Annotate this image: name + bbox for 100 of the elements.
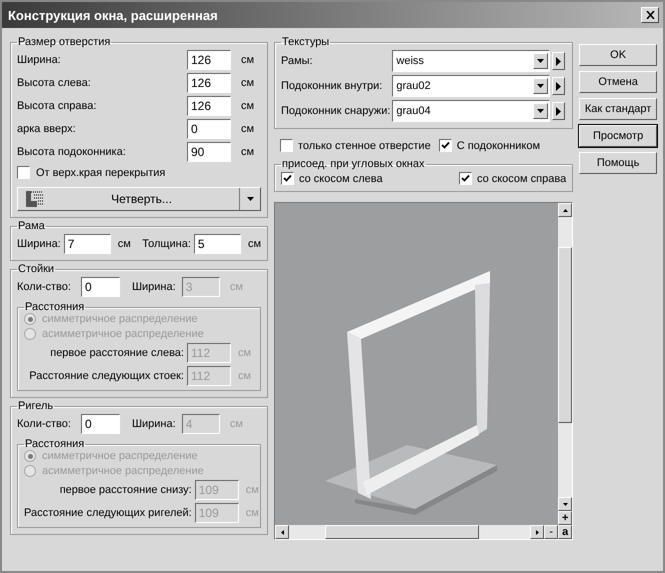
radio-label: асимметричное распределение <box>42 328 204 340</box>
scroll-left-button[interactable] <box>275 525 289 539</box>
unit-label: см <box>244 507 260 519</box>
field-label: арка вверх: <box>17 123 77 135</box>
scroll-down-button[interactable] <box>558 497 572 511</box>
number-field[interactable]: 126 <box>187 96 231 116</box>
next-button[interactable] <box>552 52 566 70</box>
play-icon <box>556 56 562 66</box>
unit-label: см <box>228 281 243 293</box>
unit-label: см <box>237 370 252 382</box>
unit-label: см <box>240 100 256 112</box>
number-field[interactable]: 7 <box>64 234 111 254</box>
horizontal-scrollbar[interactable]: - <box>275 525 558 539</box>
unit-label: см <box>240 54 256 66</box>
left-arrow-icon <box>280 530 284 534</box>
number-field[interactable]: 90 <box>187 142 231 162</box>
field-label: Ширина: <box>132 281 176 293</box>
radio-label: симметричное распределение <box>42 450 198 462</box>
group-title: присоед. при угловых окнах <box>281 158 426 170</box>
group-title: Стойки <box>17 263 56 275</box>
group-title: Текстуры <box>281 36 330 48</box>
group-title: Ригель <box>17 400 54 412</box>
unit-label: см <box>228 418 243 430</box>
field-label: Высота подоконника: <box>17 146 127 158</box>
field-label: первое расстояние снизу: <box>60 484 192 496</box>
group-title: Размер отверстия <box>17 36 112 48</box>
field-label: Ширина: <box>17 238 61 250</box>
field-label: Рамы: <box>281 55 314 67</box>
number-field[interactable]: 0 <box>80 277 120 297</box>
checkbox-label: С подоконником <box>456 140 540 152</box>
field-label: Расстояние следующих ригелей: <box>24 507 192 519</box>
checkbox[interactable] <box>17 166 30 179</box>
radio-label: асимметричное распределение <box>42 465 204 477</box>
field-label: Коли-ство: <box>17 418 71 430</box>
profile-icon <box>26 191 44 207</box>
unit-label: см <box>240 123 256 135</box>
close-button[interactable] <box>641 7 659 23</box>
right-arrow-icon <box>536 530 539 534</box>
unit-label: см <box>237 347 252 359</box>
field-label: Толщина: <box>142 238 191 250</box>
zoom-in-button[interactable]: + <box>558 511 572 525</box>
scroll-up-button[interactable] <box>558 203 572 217</box>
play-icon <box>556 106 562 116</box>
group-title: Рама <box>17 220 46 232</box>
field-label: Высота слева: <box>17 77 92 89</box>
field-label: Высота справа: <box>17 100 98 112</box>
number-field[interactable]: 5 <box>194 234 241 254</box>
unit-label: см <box>246 238 261 250</box>
next-button[interactable] <box>552 77 566 95</box>
number-field[interactable]: 0 <box>187 119 231 139</box>
dialog-button[interactable]: Отмена <box>579 71 657 93</box>
field-label: Коли-ство: <box>17 281 71 293</box>
scroll-right-button[interactable] <box>530 525 544 539</box>
dialog-button[interactable]: Как стандарт <box>579 98 657 120</box>
play-icon <box>556 82 562 90</box>
profile-dropdown[interactable]: Четверть... <box>17 187 261 211</box>
up-arrow-icon <box>562 208 568 212</box>
checkbox-label: со скосом справа <box>476 172 566 184</box>
number-field[interactable]: 126 <box>187 50 231 70</box>
group-title: Расстояния <box>24 438 86 450</box>
checkbox[interactable] <box>438 139 452 152</box>
group-title: Расстояния <box>24 301 86 313</box>
number-field[interactable]: 126 <box>187 73 231 93</box>
field-label: Ширина: <box>132 418 176 430</box>
next-button[interactable] <box>552 102 566 120</box>
checkbox[interactable] <box>458 172 472 185</box>
checkbox[interactable] <box>280 139 293 152</box>
field-label: Расстояние следующих стоек: <box>29 370 184 382</box>
dropdown-arrow-icon <box>537 84 544 88</box>
texture-dropdown[interactable]: weiss <box>392 50 550 72</box>
texture-dropdown[interactable]: grau02 <box>392 75 550 97</box>
dialog-button[interactable]: Просмотр <box>579 125 657 147</box>
dropdown-arrow-icon <box>537 59 544 63</box>
number-field[interactable]: 0 <box>80 414 120 434</box>
field-label: Ширина: <box>17 54 62 66</box>
scrollbar-thumb[interactable] <box>558 247 572 423</box>
scrollbar-thumb[interactable] <box>325 525 479 539</box>
checkbox-label: только стенное отверстие <box>298 140 431 152</box>
dialog-button[interactable]: Помощь <box>579 152 657 174</box>
unit-label: см <box>240 146 256 158</box>
checkbox-label: От верх.края перекрытия <box>36 166 166 178</box>
field-label: первое расстояние слева: <box>50 347 184 359</box>
vertical-scrollbar[interactable]: + <box>558 203 572 525</box>
checkbox[interactable] <box>281 172 294 185</box>
texture-dropdown[interactable]: grau04 <box>392 100 550 122</box>
field-label: Подоконник внутри: <box>281 80 384 92</box>
radio-label: симметричное распределение <box>42 313 198 325</box>
down-arrow-icon <box>562 502 568 506</box>
unit-label: см <box>116 238 131 250</box>
zoom-fit-button[interactable]: a <box>558 525 572 539</box>
unit-label: см <box>240 77 256 89</box>
dropdown-arrow-icon <box>246 197 254 201</box>
close-icon <box>646 11 654 19</box>
field-label: Подоконник снаружи: <box>281 105 390 117</box>
dialog-button[interactable]: OK <box>579 44 657 66</box>
window-title: Конструкция окна, расширенная <box>8 8 218 22</box>
checkbox-label: со скосом слева <box>299 172 383 184</box>
zoom-out-button[interactable]: - <box>544 525 558 539</box>
unit-label: см <box>244 484 260 496</box>
dropdown-arrow-icon <box>537 109 544 113</box>
